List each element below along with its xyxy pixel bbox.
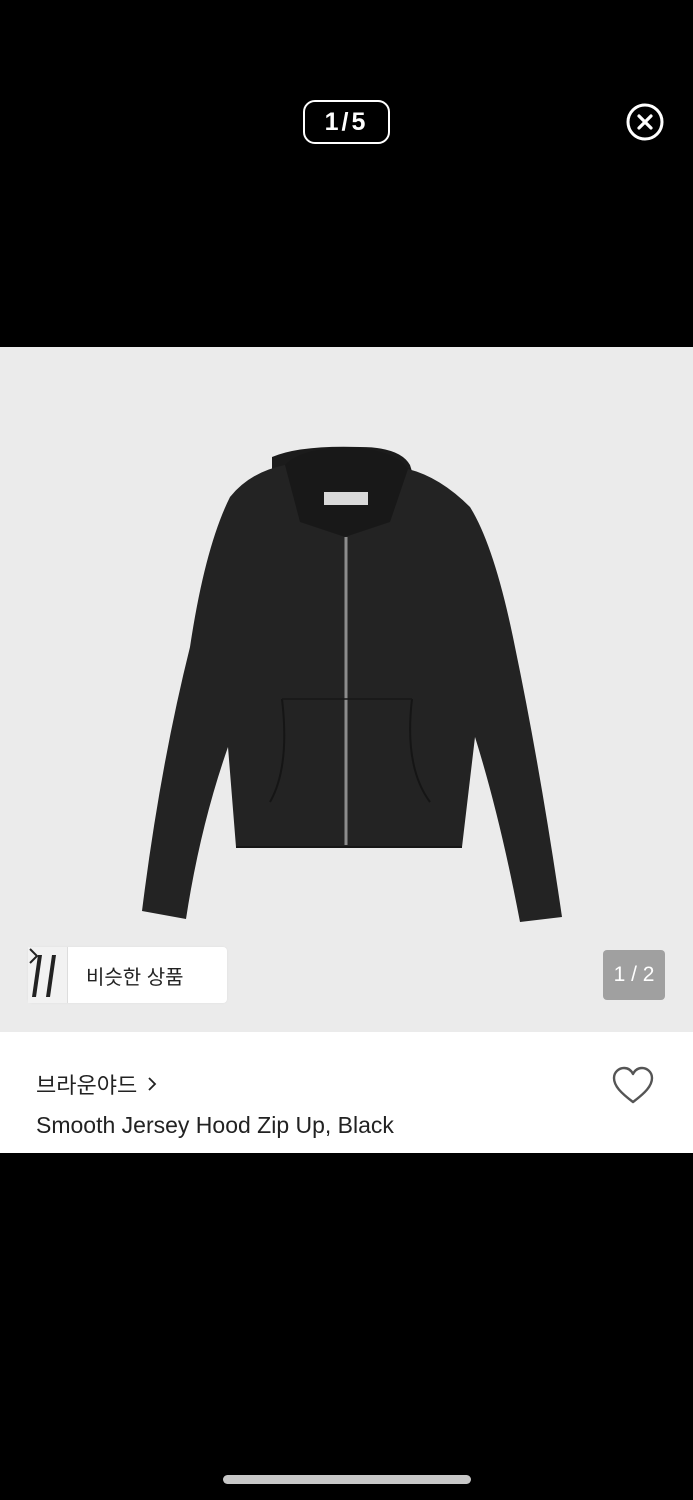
image-page-counter: 1/5 (303, 100, 390, 144)
product-info: 브라운야드 Smooth Jersey Hood Zip Up, Black (0, 1032, 693, 1153)
image-slide-counter: 1 / 2 (603, 950, 665, 1000)
chevron-right-icon (147, 1076, 157, 1092)
similar-products-button[interactable]: 비슷한 상품 (28, 947, 227, 1003)
close-button[interactable] (625, 102, 665, 142)
hoodie-image (142, 446, 562, 922)
home-indicator[interactable] (223, 1475, 471, 1484)
product-title: Smooth Jersey Hood Zip Up, Black (36, 1112, 394, 1138)
similar-products-label: 비슷한 상품 (86, 966, 184, 989)
brand-link[interactable]: 브라운야드 (36, 1068, 157, 1100)
product-image[interactable]: 비슷한 상품 1 / 2 (0, 347, 693, 1032)
chevron-right-icon (29, 948, 206, 984)
heart-icon (612, 1066, 654, 1104)
like-button[interactable] (611, 1066, 655, 1106)
brand-name: 브라운야드 (36, 1073, 138, 1098)
product-card: 비슷한 상품 1 / 2 브라운야드 Smooth Jersey Hood Zi… (0, 347, 693, 1153)
close-circle-icon (626, 103, 664, 141)
image-viewer-screen: 1/5 비슷한 상품 1 / 2 브라운야드 Smooth Jersey Hoo… (0, 0, 693, 1500)
